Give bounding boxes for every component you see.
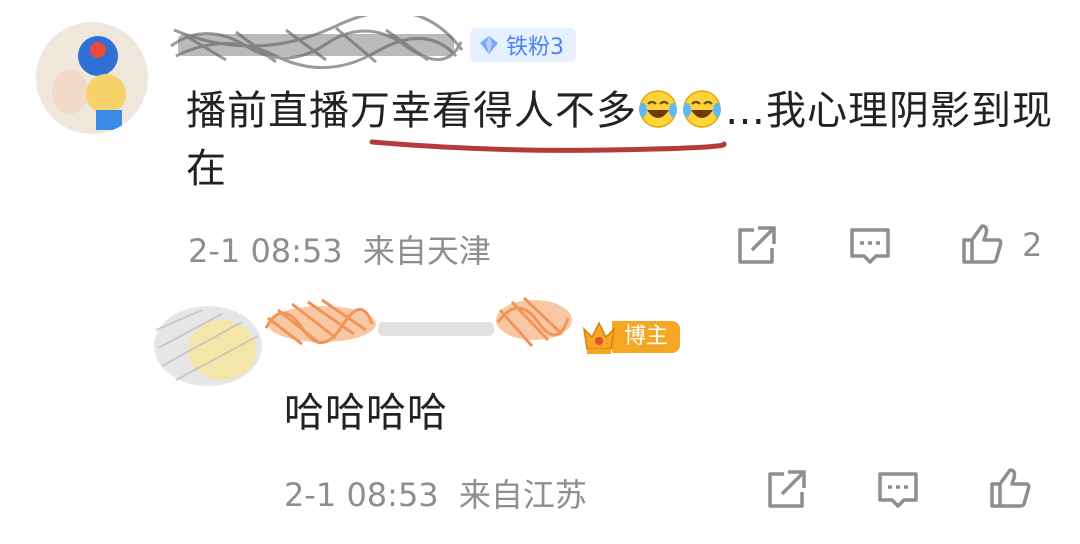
fan-badge-label: 铁粉3: [506, 35, 564, 60]
comment-location: 来自天津: [362, 232, 491, 270]
reply-time: 2-1 08:53: [284, 476, 439, 514]
comment-icon[interactable]: [846, 222, 894, 270]
reply-location: 来自江苏: [458, 476, 587, 514]
red-underline-mark: [369, 139, 727, 153]
diamond-icon: [480, 36, 498, 54]
reply-share-icon[interactable]: [762, 466, 810, 514]
fan-level-badge: 铁粉3: [470, 28, 576, 62]
host-badge-label: 博主: [612, 321, 681, 353]
like-count: 2: [1022, 226, 1043, 264]
comment-text-underlined: 万幸看得人不多: [350, 88, 637, 134]
like-icon[interactable]: [958, 220, 1006, 268]
reply-avatar[interactable]: [152, 300, 264, 386]
reply-meta: 2-1 08:53 来自江苏: [284, 470, 587, 516]
share-icon[interactable]: [732, 222, 780, 270]
comment-time: 2-1 08:53: [188, 232, 343, 270]
laugh-cry-emoji: [683, 90, 721, 128]
crown-icon: [582, 321, 616, 354]
reply-like-icon[interactable]: [986, 464, 1034, 512]
reply-comment-icon[interactable]: [874, 466, 922, 514]
comment-meta: 2-1 08:53 来自天津: [188, 226, 491, 272]
laugh-cry-emoji: [639, 90, 677, 128]
reply-text: 哈哈哈哈: [284, 390, 448, 436]
comment-text-part1: 播前直播: [186, 88, 350, 134]
reply-username-redacted: [264, 296, 572, 347]
host-badge: 博主: [580, 318, 681, 356]
username-redacted: [170, 16, 464, 70]
commenter-avatar[interactable]: [36, 22, 148, 134]
